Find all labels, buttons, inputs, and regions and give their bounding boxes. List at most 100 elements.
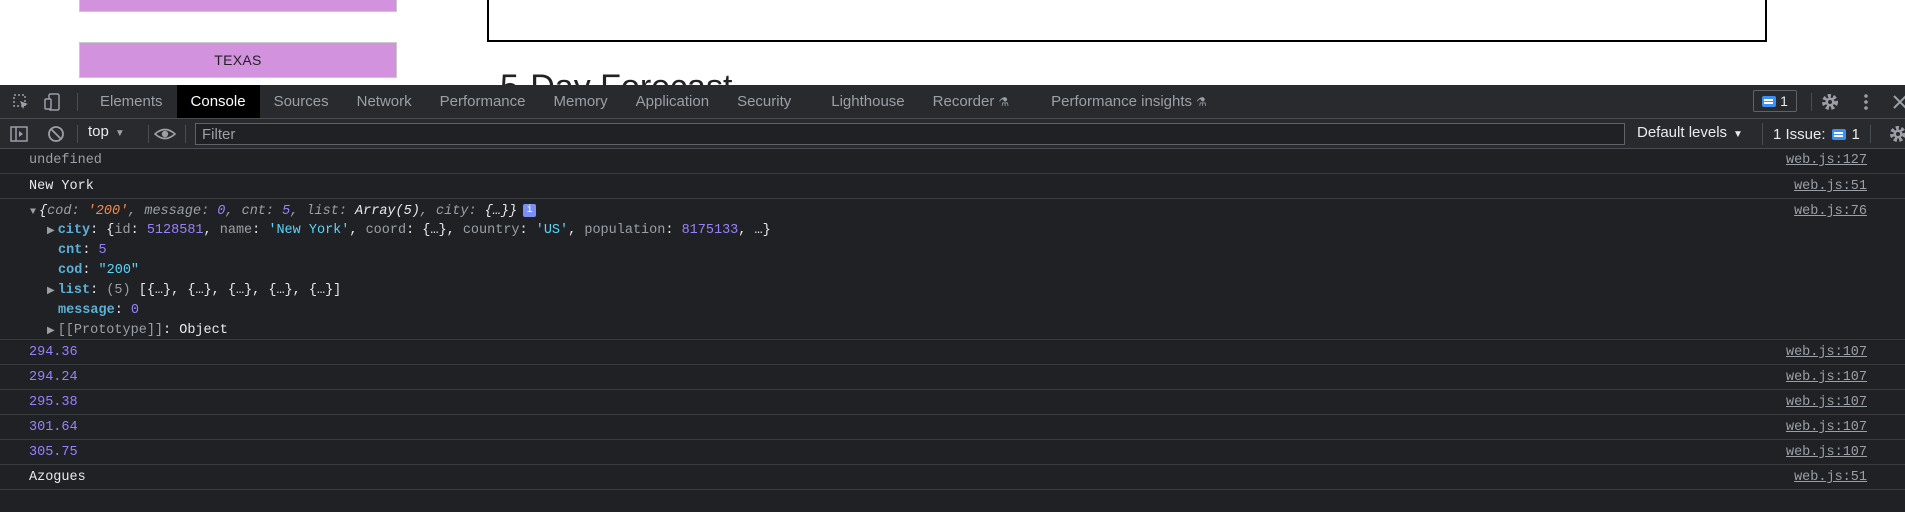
toolbar-divider [185, 125, 186, 143]
tab-label: Elements [100, 93, 163, 110]
more-vert-icon[interactable] [1857, 93, 1875, 111]
caret-down-icon: ▼ [114, 128, 125, 139]
eye-icon[interactable] [153, 125, 177, 143]
prop-key: cnt [58, 243, 83, 258]
prototype-property[interactable]: ▶ [[Prototype]]: Object [47, 323, 228, 338]
console-toolbar: top ▼ Default levels ▼ 1 Issue: 1 [0, 119, 1905, 149]
prop-key: list [57, 283, 91, 298]
prop-key: city [436, 204, 469, 220]
object-summary[interactable]: ▼ {cod: '200', message: 0, cnt: 5, list: … [30, 204, 537, 220]
tabbar-divider [1811, 93, 1812, 111]
tab-sources[interactable]: Sources [260, 85, 343, 118]
source-link[interactable]: web.js:51 [1794, 470, 1867, 485]
source-link[interactable]: web.js:107 [1786, 420, 1867, 435]
prop-value: {…} [484, 204, 509, 220]
log-row: New York web.js:51 [0, 174, 1905, 199]
log-row: 294.36 web.js:107 [0, 340, 1905, 365]
state-button-previous[interactable] [79, 0, 397, 12]
log-levels-dropdown[interactable]: Default levels ▼ [1637, 124, 1743, 141]
issues-counter-badge[interactable]: 1 [1753, 90, 1797, 112]
weather-panel [487, 0, 1767, 42]
prop-value: 'US' [535, 223, 569, 238]
tab-label: Application [635, 93, 710, 110]
tab-label: Lighthouse [831, 93, 905, 110]
prop-key: [[Prototype]] [57, 323, 164, 338]
prop-value: [{…}, {…}, {…}, {…}, {…}] [138, 283, 342, 298]
console-log: undefined web.js:127 New York web.js:51 … [0, 149, 1905, 512]
prop-value: 0 [130, 303, 140, 318]
expand-triangle-icon: ▶ [47, 226, 55, 237]
tab-application[interactable]: Application [622, 85, 723, 118]
device-toggle-icon[interactable] [44, 93, 62, 111]
source-link[interactable]: web.js:127 [1786, 153, 1867, 168]
tab-label: Console [190, 93, 246, 110]
brace: } [508, 204, 518, 220]
issues-button[interactable]: 1 Issue: 1 [1762, 123, 1870, 145]
source-link[interactable]: web.js:107 [1786, 370, 1867, 385]
ellipsis: … [754, 223, 763, 238]
tab-memory[interactable]: Memory [540, 85, 622, 118]
inspect-icon[interactable] [12, 93, 30, 111]
tab-lighthouse[interactable]: Lighthouse [817, 85, 918, 118]
web-page: TEXAS 5-Day Forecast [0, 0, 1905, 85]
tab-recorder[interactable]: Recorder ⚗ [919, 85, 1037, 118]
city-property[interactable]: ▶ city: {id: 5128581, name: 'New York', c… [47, 223, 771, 238]
tab-security[interactable]: Security [723, 85, 817, 118]
tab-elements[interactable]: Elements [86, 85, 177, 118]
log-row: 294.24 web.js:107 [0, 365, 1905, 390]
clear-icon[interactable] [47, 125, 65, 143]
log-message: 301.64 [29, 420, 78, 435]
issues-count: 1 [1851, 125, 1860, 143]
tab-label: Security [737, 93, 792, 110]
info-icon[interactable]: i [523, 204, 537, 217]
log-row: 301.64 web.js:107 [0, 415, 1905, 440]
tab-console[interactable]: Console [176, 85, 260, 118]
tab-network[interactable]: Network [343, 85, 426, 118]
toolbar-divider [1870, 125, 1871, 143]
tab-performance-insights[interactable]: Performance insights ⚗ [1037, 85, 1221, 118]
expand-triangle-icon: ▶ [47, 326, 55, 337]
log-row: Azogues web.js:51 [0, 465, 1905, 490]
source-link[interactable]: web.js:51 [1794, 179, 1867, 194]
toolbar-divider [77, 125, 78, 143]
prop-value: '200' [87, 204, 129, 220]
context-selector[interactable]: top ▼ [88, 123, 125, 140]
prop-key: population [584, 223, 666, 238]
context-label: top [88, 123, 109, 140]
log-row-object: ▼ {cod: '200', message: 0, cnt: 5, list: … [0, 199, 1905, 340]
log-message: Azogues [29, 470, 86, 485]
sidebar-toggle-icon[interactable] [10, 125, 28, 143]
issues-label: 1 Issue: [1773, 125, 1826, 143]
gear-icon[interactable] [1888, 124, 1905, 142]
prop-value: Array(5) [355, 204, 420, 220]
prop-value: 5128581 [146, 223, 204, 238]
devtools-tabs: Elements Console Sources Network Perform… [86, 85, 1221, 118]
tab-label: Performance insights [1051, 93, 1193, 110]
source-link[interactable]: web.js:107 [1786, 445, 1867, 460]
prop-value: 8175133 [681, 223, 739, 238]
tabbar-divider [77, 93, 78, 111]
prop-value: {…} [422, 223, 447, 238]
state-button-texas[interactable]: TEXAS [79, 42, 397, 78]
list-property[interactable]: ▶ list: (5) [{…}, {…}, {…}, {…}, {…}] [47, 283, 341, 298]
expand-triangle-icon: ▼ [30, 207, 37, 219]
prop-key: message [58, 303, 115, 318]
tab-performance[interactable]: Performance [426, 85, 540, 118]
tab-label: Performance [439, 93, 526, 110]
log-message: 294.36 [29, 345, 78, 360]
source-link[interactable]: web.js:107 [1786, 345, 1867, 360]
tab-label: Sources [273, 93, 329, 110]
log-row: 305.75 web.js:107 [0, 440, 1905, 465]
expand-triangle-icon: ▶ [47, 286, 55, 297]
source-link[interactable]: web.js:107 [1786, 395, 1867, 410]
log-message: New York [29, 179, 94, 194]
close-icon[interactable] [1892, 93, 1905, 111]
source-link[interactable]: web.js:76 [1794, 204, 1867, 219]
tab-label: Recorder [932, 93, 995, 110]
filter-input[interactable] [195, 123, 1625, 145]
log-row: 295.38 web.js:107 [0, 390, 1905, 415]
prop-value: "200" [98, 263, 140, 278]
log-row: undefined web.js:127 [0, 149, 1905, 174]
cod-property: cod: "200" [58, 263, 140, 278]
gear-icon[interactable] [1820, 92, 1838, 110]
